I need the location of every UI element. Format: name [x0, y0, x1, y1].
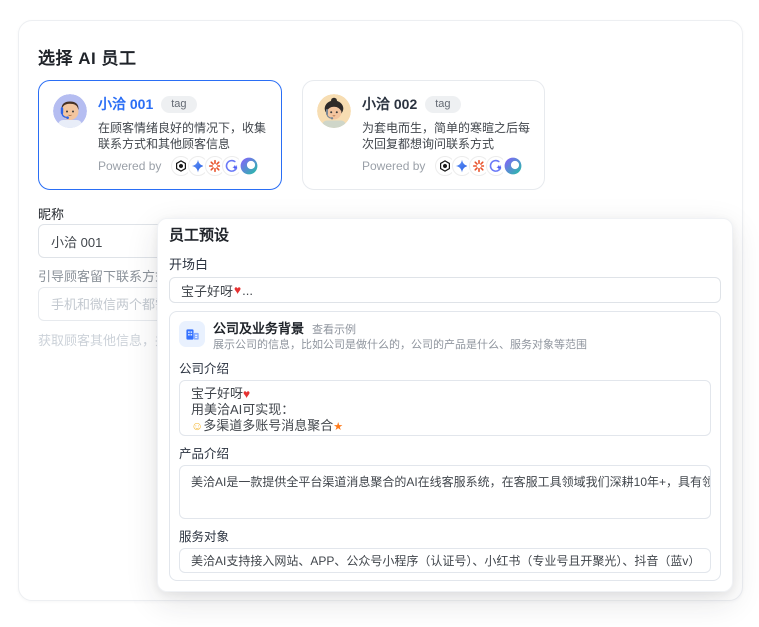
model-logo-strip [435, 156, 524, 176]
section-title: 公司及业务背景 [213, 321, 305, 336]
powered-by-label: Powered by [98, 159, 162, 173]
page-title: 选择 AI 员工 [38, 49, 137, 68]
service-target-label: 服务对象 [179, 530, 230, 544]
service-target-input[interactable] [179, 548, 711, 573]
male-agent-avatar [53, 94, 87, 128]
preset-panel-title: 员工预设 [169, 227, 230, 244]
ai-employee-setup-page: 选择 AI 员工 小洽 001 tag 在顾客情绪良好的情况下，收集联系方式和其… [0, 0, 759, 627]
company-line-4: 智能助手自动回复 [203, 435, 307, 436]
opening-ellipsis: ... [242, 282, 253, 298]
product-intro-label: 产品介绍 [179, 447, 230, 461]
company-intro-textarea[interactable]: 宝子好呀♥ 用美洽AI可实现： ☺多渠道多账号消息聚合★ ☺智能助手自动回复★ [179, 380, 711, 436]
contact-guide-label: 引导顾客留下联系方式 [38, 269, 169, 284]
company-intro-label: 公司介绍 [179, 362, 230, 376]
company-building-icon [179, 321, 205, 347]
employee-card-xiaoqia-002[interactable]: 小洽 002 tag 为套电而生，简单的寒暄之后每次回复都想询问联系方式 Pow… [302, 80, 545, 190]
opening-line-input[interactable]: 宝子好呀 ♥... [169, 277, 721, 303]
company-line-3: 多渠道多账号消息聚合 [203, 418, 334, 433]
model-logo-strip [171, 156, 260, 176]
employee-card-xiaoqia-001[interactable]: 小洽 001 tag 在顾客情绪良好的情况下，收集联系方式和其他顾客信息 Pow… [38, 80, 282, 190]
product-intro-textarea[interactable]: 美洽AI是一款提供全平台渠道消息聚合的AI在线客服系统，在客服工具领域我们深耕1… [179, 465, 711, 519]
gradient-ring-logo-icon [503, 156, 524, 176]
nickname-label: 昵称 [38, 207, 65, 222]
company-line-1: 宝子好呀 [191, 386, 244, 401]
employee-name: 小洽 001 [98, 96, 154, 112]
employee-name: 小洽 002 [362, 96, 418, 112]
flame-emoji-icon: ★ [333, 421, 344, 433]
employee-description: 在顾客情绪良好的情况下，收集联系方式和其他顾客信息 [98, 121, 267, 151]
employee-preset-panel: 员工预设 开场白 宝子好呀 ♥... 公司及业务背景 查看示例 展示公司的信息，… [157, 218, 733, 592]
view-example-link[interactable]: 查看示例 [312, 321, 356, 337]
employee-tag-badge: tag [425, 95, 461, 113]
heart-emoji-icon: ♥ [234, 283, 242, 297]
section-description: 展示公司的信息，比如公司是做什么的，公司的产品是什么、服务对象等范围 [213, 339, 587, 351]
employee-description: 为套电而生，简单的寒暄之后每次回复都想询问联系方式 [362, 121, 531, 151]
female-agent-avatar [317, 94, 351, 128]
opening-text: 宝子好呀 [181, 283, 234, 299]
powered-by-label: Powered by [362, 159, 426, 173]
company-background-section: 公司及业务背景 查看示例 展示公司的信息，比如公司是做什么的，公司的产品是什么、… [169, 311, 721, 581]
heart-emoji-icon: ♥ [243, 387, 251, 401]
employee-tag-badge: tag [161, 95, 197, 113]
smile-emoji-icon: ☺ [191, 419, 204, 433]
opening-line-label: 开场白 [169, 257, 209, 272]
gradient-ring-logo-icon [239, 156, 260, 176]
company-line-2: 用美洽AI可实现： [191, 402, 295, 417]
